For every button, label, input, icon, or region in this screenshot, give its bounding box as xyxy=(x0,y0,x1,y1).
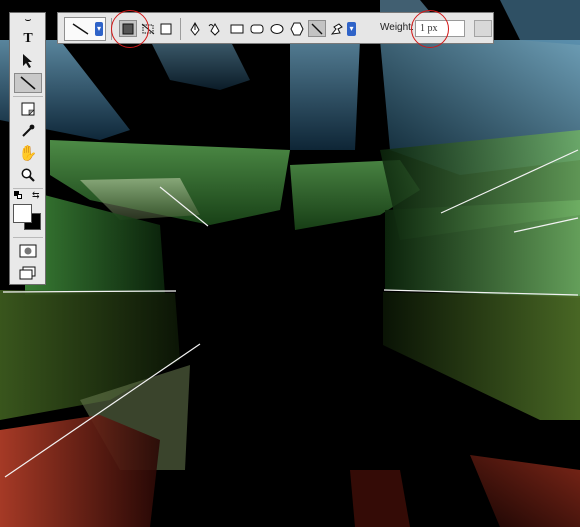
weight-label: Weight: xyxy=(380,22,414,33)
tool-preset-picker[interactable]: ▾ xyxy=(64,17,106,41)
highlight-ring-shape-layers xyxy=(111,10,149,48)
red-beam xyxy=(0,415,160,527)
freeform-pen-button[interactable] xyxy=(206,20,224,37)
default-colors-icon[interactable] xyxy=(14,191,22,199)
notes-tool-icon[interactable] xyxy=(14,99,42,119)
line-tool-button[interactable] xyxy=(308,20,326,37)
foreground-color-swatch[interactable] xyxy=(13,204,32,223)
screen-mode-icon[interactable] xyxy=(14,263,42,283)
path-selection-tool-icon[interactable] xyxy=(14,51,42,71)
hand-partial-icon[interactable]: ⌣ xyxy=(14,13,42,27)
photoshop-workspace: ⌣ T ✋ ⇆ ▾ ▾ Weight: 1 px xyxy=(0,0,580,527)
zoom-tool-icon[interactable] xyxy=(14,165,42,185)
custom-shape-icon xyxy=(330,22,343,35)
polygon-icon xyxy=(290,22,304,35)
hand-tool-icon[interactable]: ✋ xyxy=(14,143,42,163)
layer-style-button[interactable] xyxy=(474,20,492,37)
chevron-down-icon: ▾ xyxy=(95,22,103,36)
highlight-ring-weight xyxy=(411,10,449,48)
rectangle-tool-button[interactable] xyxy=(228,20,246,37)
tools-panel: ⌣ T ✋ ⇆ xyxy=(9,12,46,285)
geometry-options-dropdown[interactable]: ▾ xyxy=(347,22,356,36)
line-preset-icon xyxy=(72,23,89,35)
rounded-rectangle-icon xyxy=(250,24,264,33)
fill-pixels-button[interactable] xyxy=(157,20,175,37)
divider xyxy=(180,18,181,40)
pen-icon xyxy=(190,21,200,36)
eyedropper-tool-icon[interactable] xyxy=(14,121,42,141)
freeform-pen-icon xyxy=(208,22,220,36)
swap-colors-icon[interactable]: ⇆ xyxy=(32,190,40,201)
rectangle-icon xyxy=(230,24,244,33)
fill-pixels-icon xyxy=(160,23,172,34)
divider xyxy=(13,188,43,189)
green-wall xyxy=(385,200,580,298)
red-beam xyxy=(350,470,410,527)
line-icon xyxy=(311,23,323,34)
teal-beam xyxy=(290,40,360,150)
type-tool-icon[interactable]: T xyxy=(14,29,42,49)
quick-mask-icon[interactable] xyxy=(14,241,42,261)
rounded-rectangle-tool-button[interactable] xyxy=(248,20,266,37)
pen-tool-button[interactable] xyxy=(186,20,204,37)
ellipse-tool-button[interactable] xyxy=(268,20,286,37)
custom-shape-tool-button[interactable] xyxy=(328,20,346,37)
divider xyxy=(13,96,43,97)
document-canvas[interactable] xyxy=(0,0,580,527)
polygon-tool-button[interactable] xyxy=(288,20,306,37)
ellipse-icon xyxy=(270,23,284,34)
divider xyxy=(13,237,43,238)
line-tool-icon[interactable] xyxy=(14,73,42,93)
